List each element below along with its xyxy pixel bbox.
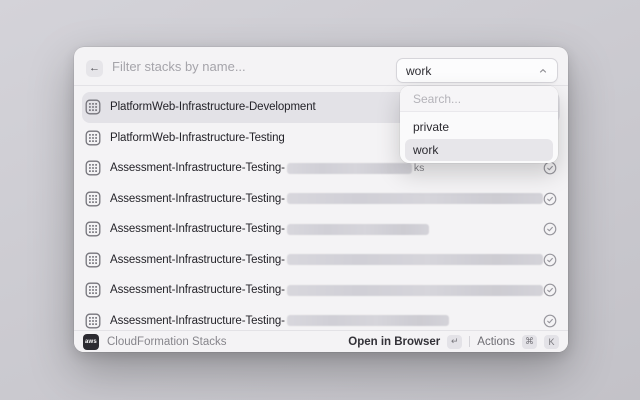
check-circle-icon (543, 222, 557, 236)
stack-name: Assessment-Infrastructure-Testing- (110, 254, 285, 266)
status-bar: aws CloudFormation Stacks Open in Browse… (74, 330, 568, 352)
stack-grid-icon (85, 282, 101, 298)
redacted-text (287, 254, 543, 265)
redacted-text (287, 193, 543, 204)
check-circle-icon (543, 283, 557, 297)
list-item[interactable]: Assessment-Infrastructure-Testing- (82, 214, 560, 245)
launcher-window: ← Filter stacks by name... work Platform… (74, 47, 568, 352)
dropdown-option-work[interactable]: work (405, 139, 553, 161)
redacted-text (287, 224, 429, 235)
footer-divider (469, 336, 470, 347)
stack-name: Assessment-Infrastructure-Testing- (110, 162, 285, 174)
stack-grid-icon (85, 191, 101, 207)
chevron-up-icon (538, 66, 548, 76)
check-circle-icon (543, 314, 557, 328)
back-button[interactable]: ← (86, 60, 103, 77)
list-item[interactable]: Assessment-Infrastructure-Testing- (82, 275, 560, 306)
check-circle-icon (543, 192, 557, 206)
check-circle-icon (543, 161, 557, 175)
stack-grid-icon (85, 99, 101, 115)
aws-icon: aws (83, 334, 99, 350)
stack-name: Assessment-Infrastructure-Testing- (110, 284, 285, 296)
scope-dropdown-trigger[interactable]: work (396, 58, 558, 83)
check-circle-icon (543, 253, 557, 267)
list-item[interactable]: Assessment-Infrastructure-Testing- (82, 184, 560, 215)
stack-name: PlatformWeb-Infrastructure-Development (110, 101, 316, 113)
enter-key-icon: ↵ (447, 335, 462, 349)
k-key-icon: K (544, 335, 559, 349)
stack-grid-icon (85, 313, 101, 329)
extension-title: CloudFormation Stacks (107, 336, 227, 348)
scope-dropdown-value: work (406, 64, 431, 78)
stack-name: PlatformWeb-Infrastructure-Testing (110, 132, 285, 144)
list-item[interactable]: Assessment-Infrastructure-Testing- (82, 306, 560, 331)
stack-name-tail: ks (414, 162, 425, 174)
stack-grid-icon (85, 160, 101, 176)
list-item[interactable]: Assessment-Infrastructure-Testing- (82, 245, 560, 276)
dropdown-option-private[interactable]: private (405, 116, 553, 138)
stack-grid-icon (85, 252, 101, 268)
redacted-text (287, 315, 449, 326)
filter-input[interactable]: Filter stacks by name... (112, 47, 246, 86)
redacted-text (287, 163, 412, 174)
dropdown-search-input[interactable]: Search... (400, 86, 558, 112)
stack-name: Assessment-Infrastructure-Testing- (110, 315, 285, 327)
cmd-key-icon: ⌘ (522, 335, 537, 349)
actions-button[interactable]: Actions (477, 336, 515, 348)
open-in-browser-button[interactable]: Open in Browser (348, 336, 440, 348)
arrow-left-icon: ← (89, 63, 100, 74)
search-bar: ← Filter stacks by name... work (74, 47, 568, 86)
stack-grid-icon (85, 221, 101, 237)
scope-dropdown-panel: Search... privatework (400, 86, 558, 163)
dropdown-options: privatework (400, 112, 558, 163)
stack-name: Assessment-Infrastructure-Testing- (110, 223, 285, 235)
redacted-text (287, 285, 543, 296)
stack-name: Assessment-Infrastructure-Testing- (110, 193, 285, 205)
stack-grid-icon (85, 130, 101, 146)
